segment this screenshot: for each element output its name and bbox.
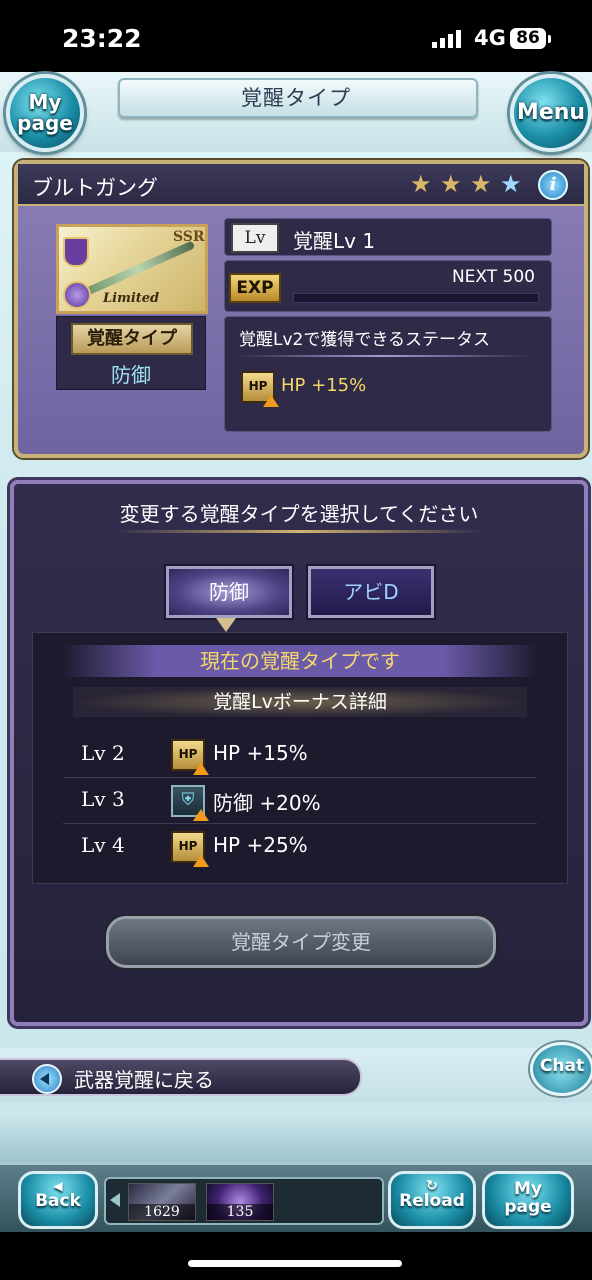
next-status-heading: 覚醒Lv2で獲得できるステータス xyxy=(239,330,491,350)
awakening-type-label: 覚醒タイプ xyxy=(71,323,193,355)
awakening-moon-icon xyxy=(63,281,91,309)
next-exp: NEXT 500 xyxy=(451,267,535,287)
divider xyxy=(114,530,484,533)
change-awakening-type-button[interactable]: 覚醒タイプ変更 xyxy=(106,916,496,968)
weapon-panel: ブルトガング ★ ★ ★ ★ i SSR Limited 覚醒タイプ 防御 Lv… xyxy=(14,160,588,458)
level-row: Lv 覚醒Lv 1 xyxy=(224,218,552,256)
item-thumbnail[interactable]: 135 xyxy=(206,1183,274,1221)
back-arrow-icon xyxy=(32,1064,62,1094)
bonus-value: 防御 +20% xyxy=(213,791,321,815)
lv-tag: Lv xyxy=(231,223,279,253)
header: 覚醒タイプ My page Menu xyxy=(0,72,592,152)
network-label: 4G xyxy=(474,26,506,50)
back-button[interactable]: ◀ Back xyxy=(18,1171,98,1229)
divider xyxy=(233,355,533,357)
bonus-value: HP +25% xyxy=(213,833,308,857)
next-status-value: HP +15% xyxy=(281,375,367,396)
bonus-value: HP +15% xyxy=(213,741,308,765)
weapon-header: ブルトガング ★ ★ ★ ★ i xyxy=(18,164,584,206)
back-link-label: 武器覚醒に戻る xyxy=(74,1068,214,1092)
hp-icon-label: HP xyxy=(178,747,198,761)
weapon-image[interactable]: SSR Limited xyxy=(56,224,208,314)
awakening-type-value: 防御 xyxy=(111,363,151,387)
chat-button[interactable]: Chat xyxy=(530,1042,592,1096)
bonus-level: Lv 4 xyxy=(81,833,125,857)
hp-up-icon: HP xyxy=(241,371,279,407)
sword-blade xyxy=(80,240,196,298)
back-button-label: Back xyxy=(35,1191,81,1211)
home-bar-area xyxy=(0,1232,592,1280)
mypage-bottom-label: My page xyxy=(504,1179,552,1217)
back-to-awakening-link[interactable]: 武器覚醒に戻る xyxy=(0,1058,362,1096)
selected-pointer-icon xyxy=(216,618,236,632)
limited-label: Limited xyxy=(103,291,160,306)
bonus-detail-box: 現在の覚醒タイプです 覚醒Lvボーナス詳細 Lv 2 HP HP +15% Lv… xyxy=(32,632,568,884)
current-type-banner: 現在の覚醒タイプです xyxy=(61,645,539,677)
info-icon[interactable]: i xyxy=(538,170,568,200)
hp-up-icon: HP xyxy=(171,831,209,867)
strip-left-arrow-icon[interactable] xyxy=(110,1193,120,1207)
hp-up-icon: HP xyxy=(171,739,209,775)
status-bar: 23:22 4G 86 xyxy=(0,0,592,72)
bonus-row: Lv 2 HP HP +15% xyxy=(63,731,537,778)
reload-button-label: Reload xyxy=(399,1191,465,1211)
tab-defense[interactable]: 防御 xyxy=(166,566,292,618)
item-count: 135 xyxy=(207,1204,273,1220)
signal-icon xyxy=(432,30,461,48)
mypage-button[interactable]: My page xyxy=(6,74,84,152)
selection-panel: 変更する覚醒タイプを選択してください 防御 アビD 現在の覚醒タイプです 覚醒L… xyxy=(10,480,588,1026)
exp-bar xyxy=(293,293,539,303)
awakening-level: 覚醒Lv 1 xyxy=(293,229,376,253)
tab-ability-damage[interactable]: アビD xyxy=(308,566,434,618)
hp-icon-label: HP xyxy=(178,839,198,853)
weapon-name: ブルトガング xyxy=(32,176,158,200)
ssr-badge: SSR xyxy=(173,229,205,245)
bonus-row: Lv 4 HP HP +25% xyxy=(63,823,537,869)
selection-prompt: 変更する覚醒タイプを選択してください xyxy=(119,502,479,526)
page-title: 覚醒タイプ xyxy=(241,86,351,110)
bottom-decoration xyxy=(0,1112,592,1162)
back-row: 武器覚醒に戻る xyxy=(0,1048,592,1102)
element-shield-icon xyxy=(63,237,89,267)
star-icon: ★ xyxy=(500,170,522,198)
star-icon: ★ xyxy=(470,170,492,198)
exp-tag: EXP xyxy=(229,273,281,303)
star-icon: ★ xyxy=(440,170,462,198)
home-indicator[interactable] xyxy=(188,1260,402,1267)
item-thumbnail[interactable]: 1629 xyxy=(128,1183,196,1221)
mypage-bottom-button[interactable]: My page xyxy=(482,1171,574,1229)
star-icon: ★ xyxy=(410,170,432,198)
bonus-detail-heading: 覚醒Lvボーナス詳細 xyxy=(73,687,527,717)
bottom-nav: ◀ Back 1629 135 ↻ Reload My page xyxy=(0,1162,592,1235)
bonus-row: Lv 3 ⛨ 防御 +20% xyxy=(63,777,537,824)
menu-button[interactable]: Menu xyxy=(510,74,592,152)
battery-tip xyxy=(548,35,551,43)
hp-icon-label: HP xyxy=(248,379,268,393)
reload-button[interactable]: ↻ Reload xyxy=(388,1171,476,1229)
clock: 23:22 xyxy=(62,24,142,53)
defense-up-icon: ⛨ xyxy=(171,785,209,821)
game-screen: 覚醒タイプ My page Menu ブルトガング ★ ★ ★ ★ i SSR … xyxy=(0,72,592,1235)
bonus-level: Lv 3 xyxy=(81,787,125,811)
bonus-level: Lv 2 xyxy=(81,741,125,765)
mypage-button-label: My page xyxy=(17,90,73,135)
item-count: 1629 xyxy=(129,1204,195,1220)
battery-icon: 86 xyxy=(510,28,546,49)
next-status-box: 覚醒Lv2で獲得できるステータス HP HP +15% xyxy=(224,316,552,432)
awakening-type-box: 覚醒タイプ 防御 xyxy=(56,316,206,390)
exp-row: EXP NEXT 500 xyxy=(224,260,552,312)
item-strip: 1629 135 xyxy=(104,1177,384,1225)
